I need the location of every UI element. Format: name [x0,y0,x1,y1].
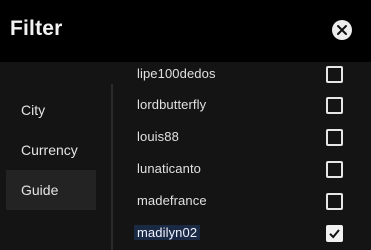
checkbox-checked[interactable] [326,225,343,242]
list-item-label: madilyn02 [134,225,201,240]
sidebar-item-label: City [21,102,46,118]
list-item-label: madefrance [137,193,207,208]
checkbox[interactable] [326,97,343,114]
sidebar-item-city[interactable]: City [6,90,96,130]
checkbox[interactable] [326,193,343,210]
list-item[interactable]: lunaticanto [113,154,371,186]
checkmark-icon [329,229,340,239]
sidebar-item-label: Currency [21,142,78,158]
sidebar-item-guide[interactable]: Guide [6,170,96,210]
list-item-label: louis88 [137,129,179,144]
list-item[interactable]: lordbutterfly [113,90,371,122]
list-item[interactable]: madefrance [113,186,371,218]
sidebar-item-currency[interactable]: Currency [6,130,96,170]
list-item[interactable]: louis88 [113,122,371,154]
list-item[interactable]: madilyn02 [113,218,371,250]
page-title: Filter [10,17,63,40]
filter-panel: City Currency Guide lipe100dedos lordbut… [0,62,371,250]
close-icon [337,25,347,35]
list-item[interactable]: lipe100dedos [113,62,371,91]
filter-category-sidebar: City Currency Guide [6,62,101,250]
filter-header: Filter [0,0,371,62]
list-item-label: lunaticanto [137,161,201,176]
checkbox[interactable] [326,161,343,178]
list-item-label: lipe100dedos [137,66,216,81]
checkbox[interactable] [326,66,343,83]
sidebar-item-label: Guide [21,182,59,198]
list-item-label: lordbutterfly [137,97,207,112]
close-button[interactable] [332,20,352,40]
checkbox[interactable] [326,129,343,146]
guide-option-list[interactable]: lipe100dedos lordbutterfly louis88 lunat… [113,62,371,250]
